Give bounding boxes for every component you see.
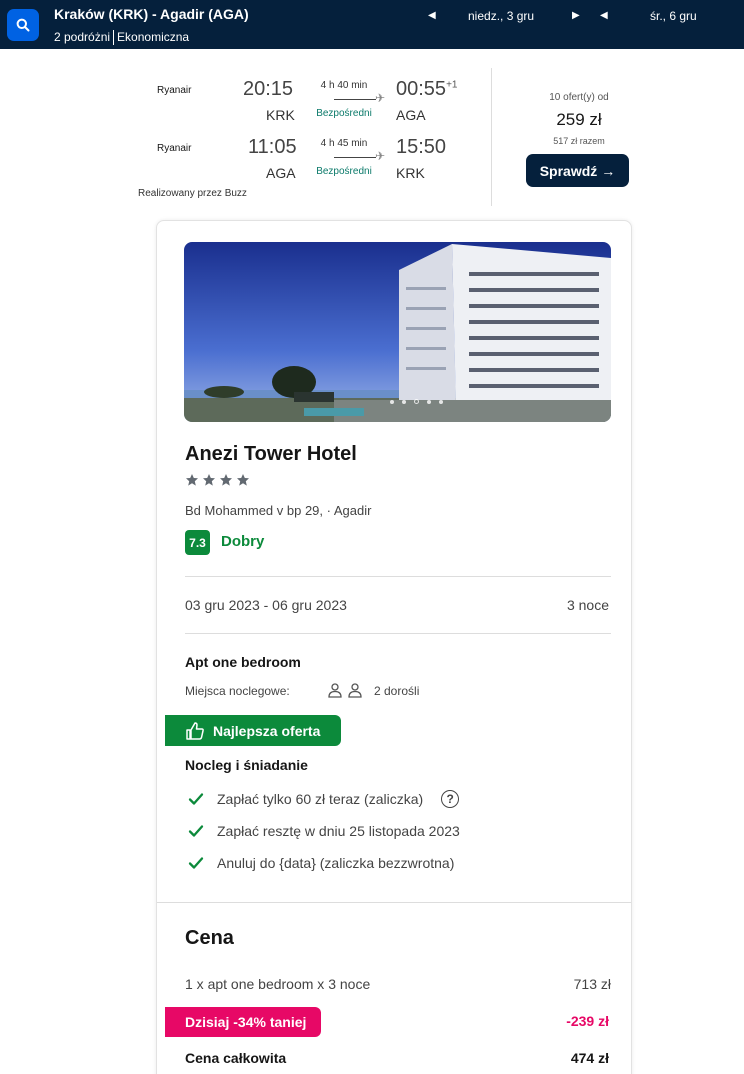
- person-icon: [328, 683, 342, 698]
- carousel-dot[interactable]: [390, 400, 394, 404]
- flight-duration: 4 h 40 min: [320, 80, 368, 91]
- room-type: Apt one bedroom: [185, 654, 301, 670]
- beds-label: Miejsca noclegowe:: [185, 684, 290, 698]
- depart-date[interactable]: niedz., 3 gru: [468, 9, 534, 23]
- stops-label: Bezpośredni: [316, 108, 372, 119]
- hotel-name[interactable]: Anezi Tower Hotel: [185, 443, 357, 466]
- prev-depart-date-button[interactable]: ◀: [428, 10, 436, 21]
- divider: [185, 633, 611, 634]
- guest-icons: [327, 682, 363, 698]
- feature-text: Zapłać resztę w dniu 25 listopada 2023: [217, 823, 460, 839]
- search-summary[interactable]: 2 podróżni Ekonomiczna: [54, 30, 189, 45]
- divider: [185, 576, 611, 577]
- offers-count: 10 ofert(y) od: [549, 92, 609, 103]
- flight-line: [334, 99, 376, 100]
- flight-price: 259 zł: [556, 110, 602, 129]
- search-icon: [16, 18, 30, 32]
- star-icon: [186, 474, 198, 486]
- next-depart-date-button[interactable]: ▶: [572, 10, 580, 21]
- total-price-label: Cena całkowita: [185, 1050, 287, 1066]
- prev-return-date-button[interactable]: ◀: [600, 10, 608, 21]
- flight-total-price: 517 zł razem: [553, 136, 605, 146]
- departure-code: KRK: [266, 107, 295, 123]
- card-divider: [491, 68, 492, 206]
- airline-name: Ryanair: [157, 85, 192, 96]
- price-title: Cena: [185, 927, 234, 949]
- check-button-label: Sprawdź: [539, 162, 598, 179]
- carousel-dot[interactable]: [427, 400, 431, 404]
- thumbs-up-icon: [186, 721, 204, 740]
- feature-item: Zapłać tylko 60 zł teraz (zaliczka) ?: [187, 790, 460, 808]
- star-rating: [185, 473, 250, 487]
- plane-icon: ✈: [375, 91, 386, 105]
- arrow-right-icon: →: [601, 162, 616, 179]
- check-button[interactable]: Sprawdź →: [526, 154, 629, 187]
- best-offer-badge: Najlepsza oferta: [165, 715, 341, 746]
- arrival-time: 15:50: [396, 136, 447, 158]
- price-line-label: 1 x apt one bedroom x 3 noce: [185, 976, 371, 992]
- divider: [157, 902, 631, 903]
- checkmark-icon: [188, 825, 204, 837]
- help-icon[interactable]: ?: [441, 790, 460, 808]
- arrival-code: AGA: [396, 107, 426, 123]
- rating-score: 7.3: [185, 530, 210, 555]
- star-icon: [220, 474, 232, 486]
- hotel-card[interactable]: Anezi Tower Hotel Bd Mohammed v bp 29, ·…: [156, 220, 632, 1074]
- price-line-value: 713 zł: [573, 976, 611, 992]
- flight-duration: 4 h 45 min: [320, 138, 368, 149]
- feature-item: Anuluj do {data} (zaliczka bezzwrotna): [187, 854, 454, 872]
- departure-time: 20:15: [243, 78, 294, 100]
- carousel-dot[interactable]: [402, 400, 406, 404]
- price-line: 1 x apt one bedroom x 3 noce 713 zł: [185, 976, 611, 992]
- checkmark-icon: [188, 793, 204, 805]
- cabin-label: Ekonomiczna: [117, 30, 190, 44]
- flight-line: [334, 157, 376, 158]
- return-date[interactable]: śr., 6 gru: [650, 9, 697, 23]
- star-icon: [237, 474, 249, 486]
- guests-count: 2 dorośli: [374, 684, 420, 698]
- checkmark-icon: [188, 857, 204, 869]
- route-title[interactable]: Kraków (KRK) - Agadir (AGA): [54, 6, 249, 22]
- star-icon: [203, 474, 215, 486]
- feature-item: Zapłać resztę w dniu 25 listopada 2023: [187, 822, 460, 840]
- top-bar: Kraków (KRK) - Agadir (AGA) 2 podróżni E…: [0, 0, 744, 49]
- arrival-code: KRK: [396, 165, 425, 181]
- departure-code: AGA: [266, 165, 296, 181]
- carousel-dot[interactable]: [439, 400, 443, 404]
- rating-label: Dobry: [221, 533, 265, 550]
- plane-icon: ✈: [375, 149, 386, 163]
- operated-by: Realizowany przez Buzz: [138, 188, 247, 199]
- next-day-indicator: +1: [446, 79, 458, 91]
- stops-label: Bezpośredni: [316, 166, 372, 177]
- feature-text: Anuluj do {data} (zaliczka bezzwrotna): [217, 855, 455, 871]
- discount-value: -239 zł: [566, 1013, 609, 1029]
- airline-name: Ryanair: [157, 143, 192, 154]
- travellers-label: 2 podróżni: [54, 30, 111, 44]
- feature-text: Zapłać tylko 60 zł teraz (zaliczka): [217, 791, 424, 807]
- discount-badge: Dzisiaj -34% taniej: [165, 1007, 321, 1037]
- hotel-photo: [184, 242, 611, 422]
- best-offer-label: Najlepsza oferta: [213, 722, 321, 739]
- divider: [113, 30, 115, 45]
- hotel-address: Bd Mohammed v bp 29, · Agadir: [185, 503, 372, 518]
- total-price-value: 474 zł: [570, 1050, 609, 1066]
- flight-result-card[interactable]: Ryanair 20:15 KRK 4 h 40 min ✈ Bezpośred…: [138, 68, 632, 210]
- carousel-indicators: [390, 399, 443, 404]
- person-icon: [348, 683, 362, 698]
- board-type: Nocleg i śniadanie: [185, 757, 308, 773]
- search-button[interactable]: [7, 9, 39, 41]
- departure-time: 11:05: [248, 136, 297, 158]
- hotel-photo-carousel[interactable]: [184, 242, 611, 422]
- carousel-dot-active[interactable]: [414, 399, 419, 404]
- stay-dates: 03 gru 2023 - 06 gru 2023: [185, 597, 347, 613]
- arrival-time: 00:55+1: [396, 78, 458, 100]
- nights-count: 3 noce: [566, 597, 609, 613]
